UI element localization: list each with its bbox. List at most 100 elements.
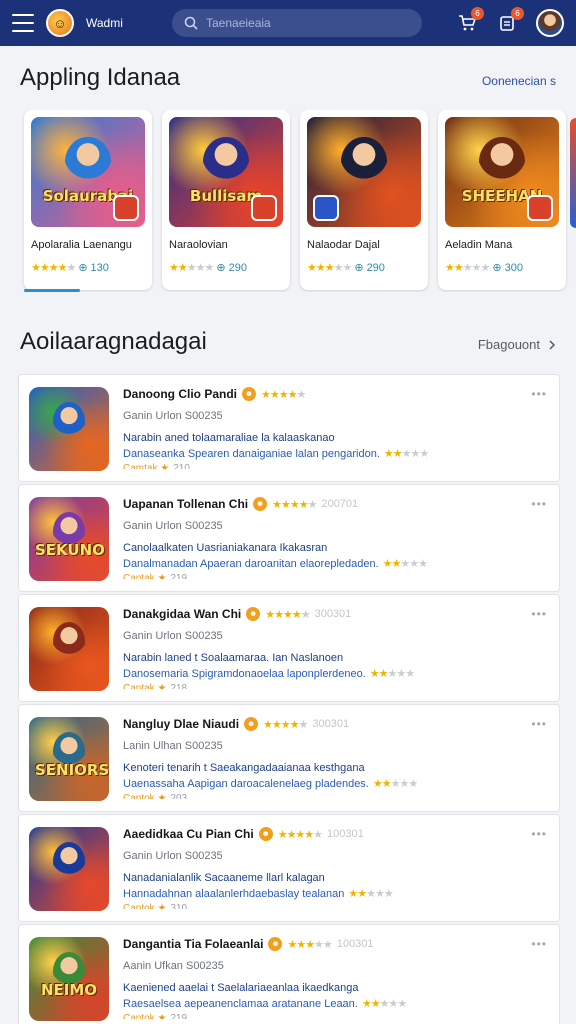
- star-rating: ★★★★★: [369, 668, 415, 680]
- search-icon: [184, 16, 198, 30]
- featured-game-card[interactable]: Solaurabai Apolaralia Laenangu ★★★★★ ⊕ 130: [24, 110, 152, 290]
- star-rating: ★★★★★: [383, 448, 429, 460]
- featured-game-card[interactable]: Nalaodar Dajal ★★★★★ ⊕ 290: [300, 110, 428, 290]
- star-rating: ★★★★★: [31, 262, 76, 274]
- game-name: Danakgidaa Wan Chi: [123, 607, 242, 621]
- game-tagline-text: Raesaelsea aepeanenclamaa aratanane Leaa…: [123, 998, 358, 1010]
- more-options-icon[interactable]: •••: [531, 497, 547, 511]
- star-rating: ★★★★★: [265, 608, 310, 621]
- game-tagline: Danalmanadan Apaeran daroanitan elaorepl…: [123, 557, 549, 570]
- carousel-scroll-indicator: [24, 289, 80, 292]
- price-value: 219: [170, 1013, 188, 1019]
- game-list: Danoong Clio Pandi ☻ ★★★★★ Ganin Urlon S…: [0, 374, 576, 1024]
- game-list-item[interactable]: SEKUNO Uapanan Tollenan Chi ☻ ★★★★★ 20070…: [18, 484, 560, 592]
- artwork-title-text: SENIORS: [35, 761, 109, 779]
- search-input[interactable]: [206, 16, 386, 30]
- game-developer: Ganin Urlon S00235: [123, 630, 223, 642]
- game-name: Danoong Clio Pandi: [123, 387, 237, 401]
- game-artwork[interactable]: [29, 387, 109, 471]
- controller-icon: ⊕: [78, 262, 88, 274]
- game-artwork[interactable]: [307, 117, 421, 227]
- star-rating: ★★★★★: [382, 558, 428, 570]
- game-price: Cantok ★ 219: [123, 1013, 549, 1019]
- list-more-link[interactable]: Fbagouont: [478, 337, 556, 352]
- controller-icon: ⊕: [216, 262, 226, 274]
- favorite-icon[interactable]: ☻: [244, 717, 259, 731]
- game-artwork[interactable]: [29, 607, 109, 691]
- game-name: Dangantia Tia Folaeanlai: [123, 937, 264, 951]
- price-label: Cantok: [123, 793, 155, 799]
- game-list-item[interactable]: Danoong Clio Pandi ☻ ★★★★★ Ganin Urlon S…: [18, 374, 560, 482]
- rating-count: 300301: [314, 608, 352, 620]
- game-info: Dangantia Tia Folaeanlai ☻ ★★★★★ 100301 A…: [123, 937, 549, 1019]
- favorite-icon[interactable]: ☻: [246, 607, 261, 621]
- game-description: Narabin laned t Soalaamaraa. Ian Naslano…: [123, 652, 344, 664]
- game-list-item[interactable]: Aaedidkaa Cu Pian Chi ☻ ★★★★★ 100301 Gani…: [18, 814, 560, 922]
- star-rating: ★★★★★: [272, 498, 317, 511]
- game-artwork[interactable]: [29, 827, 109, 911]
- platform-badge-icon: [313, 195, 339, 221]
- game-artwork[interactable]: SENIORS: [29, 717, 109, 801]
- game-developer: Ganin Urlon S00235: [123, 520, 223, 532]
- game-tagline-text: Danalmanadan Apaeran daroanitan elaorepl…: [123, 558, 379, 570]
- more-options-icon[interactable]: •••: [531, 827, 547, 841]
- app-logo[interactable]: ☺: [46, 9, 74, 37]
- game-name-line: Danakgidaa Wan Chi ☻ ★★★★★ 300301: [123, 607, 549, 621]
- favorite-icon[interactable]: ☻: [258, 827, 273, 841]
- cart-badge: 6: [471, 7, 484, 20]
- game-info: Uapanan Tollenan Chi ☻ ★★★★★ 200701 Ganin…: [123, 497, 549, 579]
- game-artwork[interactable]: Solaurabai: [31, 117, 145, 227]
- price-label: Camtak: [123, 463, 158, 469]
- featured-game-card[interactable]: Bullisam Naraolovian ★★★★★ ⊕ 290: [162, 110, 290, 290]
- card-title: Aeladin Mana: [445, 239, 513, 251]
- price-value: 310: [170, 903, 188, 909]
- game-list-item[interactable]: SENIORS Nangluy Dlae Niaudi ☻ ★★★★★ 30030…: [18, 704, 560, 812]
- user-avatar[interactable]: [536, 9, 564, 37]
- price-value: 218: [170, 683, 188, 689]
- favorite-icon[interactable]: ☻: [242, 387, 256, 401]
- game-developer: Aanin Ufkan S00235: [123, 960, 224, 972]
- game-price: Cantok ★ 203: [123, 793, 549, 799]
- featured-game-card[interactable]: SHEEHAN Aeladin Mana ★★★★★ ⊕ 300: [438, 110, 566, 290]
- game-artwork[interactable]: NEIMO: [29, 937, 109, 1021]
- game-list-item[interactable]: NEIMO Dangantia Tia Folaeanlai ☻ ★★★★★ 10…: [18, 924, 560, 1024]
- platform-badge-icon: [527, 195, 553, 221]
- more-options-icon[interactable]: •••: [531, 937, 547, 951]
- hamburger-menu-icon[interactable]: [12, 14, 34, 32]
- brand-name: Wadmi: [86, 16, 123, 30]
- game-developer: Ganin Urlon S00235: [123, 410, 223, 422]
- game-description: Kenoteri tenarih t Saeakangadaaianaa kes…: [123, 762, 365, 774]
- more-options-icon[interactable]: •••: [531, 717, 547, 731]
- game-artwork[interactable]: SEKUNO: [29, 497, 109, 581]
- game-tagline-text: Danosemaria Spigramdonaoelaa laponplerde…: [123, 668, 366, 680]
- rating-count: 300301: [312, 718, 350, 730]
- game-artwork[interactable]: Bullisam: [169, 117, 283, 227]
- favorite-icon[interactable]: ☻: [253, 497, 268, 511]
- game-artwork[interactable]: SHEEHAN: [445, 117, 559, 227]
- game-tagline: Raesaelsea aepeanenclamaa aratanane Leaa…: [123, 997, 549, 1010]
- game-name: Aaedidkaa Cu Pian Chi: [123, 827, 254, 841]
- more-options-icon[interactable]: •••: [531, 387, 547, 401]
- price-value: 210: [173, 463, 190, 469]
- featured-see-all-link[interactable]: Oonenecian s: [482, 74, 556, 88]
- price-label: Cantak: [123, 683, 155, 689]
- platform-badge-icon: [251, 195, 277, 221]
- more-options-icon[interactable]: •••: [531, 607, 547, 621]
- cart-button[interactable]: 6: [456, 7, 484, 34]
- controller-icon: ⊕: [354, 262, 364, 274]
- star-rating: ★★★★★: [169, 262, 214, 274]
- search-bar[interactable]: [172, 9, 422, 37]
- card-title: Nalaodar Dajal: [307, 239, 380, 251]
- featured-header: Appling Idanaa Oonenecian s: [0, 64, 576, 92]
- featured-carousel[interactable]: Solaurabai Apolaralia Laenangu ★★★★★ ⊕ 130 Bu…: [0, 110, 576, 292]
- next-card-peek[interactable]: [570, 118, 576, 228]
- game-description: Kaeniened aaelai t Saelalariaeanlaa ikae…: [123, 982, 359, 994]
- rating-count: 100301: [327, 828, 364, 840]
- game-list-item[interactable]: Danakgidaa Wan Chi ☻ ★★★★★ 300301 Ganin U…: [18, 594, 560, 702]
- star-rating: ★★★★★: [277, 828, 323, 841]
- notifications-button[interactable]: 6: [496, 7, 524, 34]
- card-rating-count: 300: [504, 261, 523, 274]
- game-price: Cantok ★ 310: [123, 903, 549, 909]
- favorite-icon[interactable]: ☻: [268, 937, 283, 951]
- featured-title: Appling Idanaa: [20, 64, 181, 91]
